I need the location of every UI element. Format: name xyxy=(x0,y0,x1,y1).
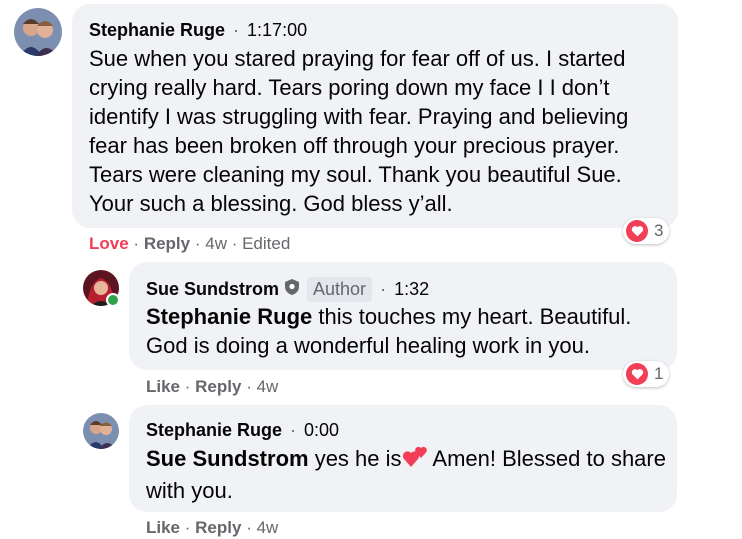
timestamp-link[interactable]: 1:32 xyxy=(394,279,429,300)
like-button[interactable]: Like xyxy=(146,518,180,537)
timestamp-link[interactable]: 1:17:00 xyxy=(247,20,307,41)
comment-actions: Like · Reply · 4w xyxy=(146,377,278,397)
author-name[interactable]: Stephanie Ruge xyxy=(89,20,225,41)
comment-actions: Love · Reply · 4w · Edited xyxy=(89,234,290,254)
comment-header: Stephanie Ruge · 1:17:00 xyxy=(89,20,307,41)
edited-label: Edited xyxy=(242,234,291,253)
author-name[interactable]: Sue Sundstrom xyxy=(146,279,279,300)
two-hearts-icon xyxy=(402,445,428,476)
comment-age[interactable]: 4w xyxy=(257,518,279,537)
comment-text: Sue Sundstrom yes he is Amen! Blessed to… xyxy=(146,444,666,505)
reaction-summary[interactable]: 1 xyxy=(623,361,670,387)
author-name[interactable]: Stephanie Ruge xyxy=(146,420,282,441)
comment-text: Stephanie Ruge this touches my heart. Be… xyxy=(146,302,666,360)
reply-button[interactable]: Reply xyxy=(144,234,190,253)
shield-icon xyxy=(285,279,300,300)
comment-header: Stephanie Ruge · 0:00 xyxy=(146,420,339,441)
reply-button[interactable]: Reply xyxy=(195,377,241,396)
author-badge: Author xyxy=(307,277,373,302)
online-status-indicator xyxy=(106,293,120,307)
separator: · xyxy=(231,234,243,253)
reply-button[interactable]: Reply xyxy=(195,518,241,537)
heart-icon xyxy=(626,220,648,242)
comment-header: Sue Sundstrom Author · 1:32 xyxy=(146,277,429,302)
comment-text: Sue when you stared praying for fear off… xyxy=(89,46,629,216)
separator: · xyxy=(184,518,196,537)
avatar-stephanie[interactable] xyxy=(83,413,119,449)
separator: · xyxy=(290,420,297,440)
avatar-stephanie[interactable] xyxy=(14,8,62,56)
reaction-summary[interactable]: 3 xyxy=(623,218,670,244)
separator: · xyxy=(233,20,240,40)
like-button[interactable]: Like xyxy=(146,377,180,396)
comment-age[interactable]: 4w xyxy=(257,377,279,396)
separator: · xyxy=(380,279,387,299)
separator: · xyxy=(246,377,257,396)
reaction-count: 1 xyxy=(654,364,664,383)
separator: · xyxy=(133,234,144,253)
timestamp-link[interactable]: 0:00 xyxy=(304,420,339,441)
reaction-count: 3 xyxy=(654,221,664,240)
love-button[interactable]: Love xyxy=(89,234,129,253)
mention-link[interactable]: Sue Sundstrom xyxy=(146,446,309,471)
comment-actions: Like · Reply · 4w xyxy=(146,518,278,538)
comment-age[interactable]: 4w xyxy=(205,234,227,253)
separator: · xyxy=(194,234,206,253)
separator: · xyxy=(184,377,196,396)
comment-body: yes he is xyxy=(308,446,402,471)
separator: · xyxy=(246,518,257,537)
mention-link[interactable]: Stephanie Ruge xyxy=(146,304,312,329)
heart-icon xyxy=(626,363,648,385)
